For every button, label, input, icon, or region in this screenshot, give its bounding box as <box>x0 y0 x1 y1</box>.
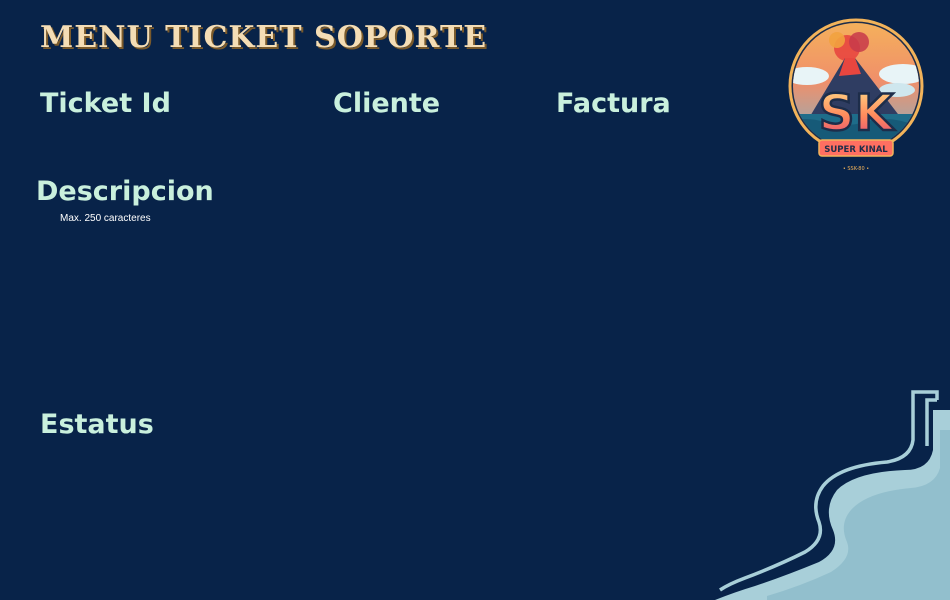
svg-text:SUPER KINAL: SUPER KINAL <box>824 145 888 155</box>
ticket-id-label: Ticket Id <box>40 88 171 119</box>
factura-label: Factura <box>556 88 671 119</box>
cliente-label: Cliente <box>333 88 441 119</box>
super-kinal-logo: SK SUPER KINAL • SSK-80 • <box>788 18 924 172</box>
page-title: MENU TICKET SOPORTE <box>40 20 488 55</box>
descripcion-hint: Max. 250 caracteres <box>60 213 151 224</box>
wave-corner-decoration <box>715 390 950 600</box>
svg-text:• SSK-80 •: • SSK-80 • <box>843 166 869 172</box>
descripcion-label: Descripcion <box>36 176 214 207</box>
svg-text:SK: SK <box>819 84 896 142</box>
estatus-label: Estatus <box>40 409 154 440</box>
